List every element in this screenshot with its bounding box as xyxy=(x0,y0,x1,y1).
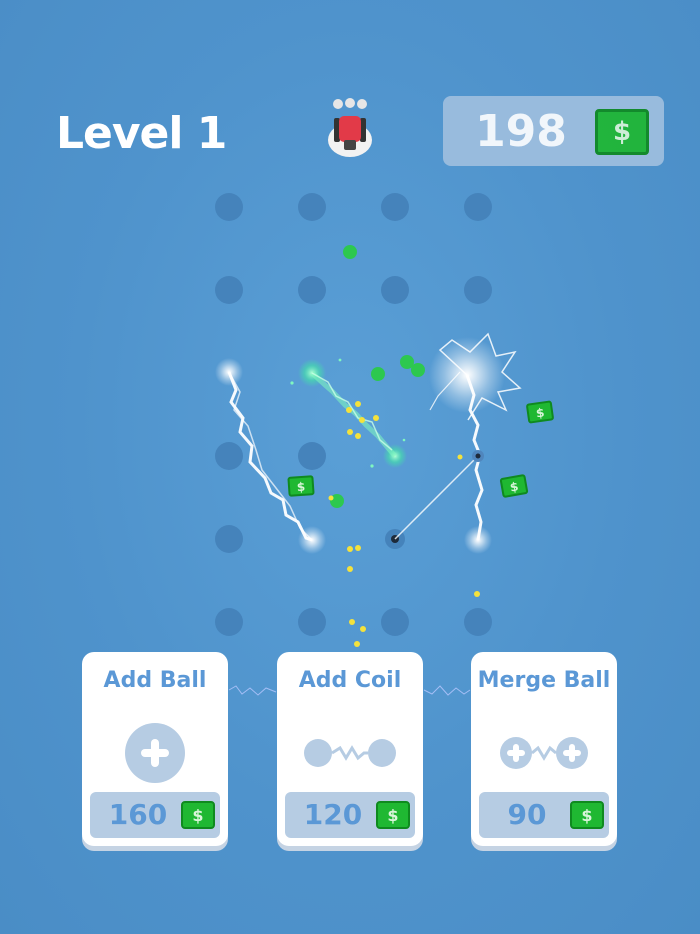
add-coil-price-value: 120 xyxy=(303,798,363,831)
white-coil-right xyxy=(429,332,522,554)
money-value: 198 xyxy=(475,106,567,157)
add-ball-price: 160 $ xyxy=(90,792,220,838)
svg-text:$: $ xyxy=(296,480,305,495)
add-coil-button[interactable]: Add Coil 120 $ xyxy=(277,652,423,846)
peg xyxy=(464,276,492,304)
peg xyxy=(298,193,326,221)
aim-line xyxy=(385,450,484,549)
add-coil-price: 120 $ xyxy=(285,792,415,838)
gold-coins xyxy=(328,401,480,647)
coil-icon xyxy=(300,720,400,786)
cash-icon: $ xyxy=(376,801,410,829)
merge-icon xyxy=(494,720,594,786)
plus-icon xyxy=(105,720,205,786)
peg xyxy=(464,193,492,221)
card-link-lightning xyxy=(228,685,277,696)
merge-ball-price: 90 $ xyxy=(479,792,609,838)
add-ball-price-value: 160 xyxy=(108,798,168,831)
peg xyxy=(298,608,326,636)
svg-text:$: $ xyxy=(509,479,520,494)
merge-ball-button[interactable]: Merge Ball 90 $ xyxy=(471,652,617,846)
peg xyxy=(381,193,409,221)
add-coil-title: Add Coil xyxy=(298,668,402,693)
peg xyxy=(381,608,409,636)
card-link-lightning xyxy=(423,685,471,696)
merge-ball-title: Merge Ball xyxy=(477,668,611,693)
cash-pickup-1: $ xyxy=(287,475,315,497)
peg xyxy=(215,525,243,553)
green-balls xyxy=(330,245,425,508)
peg xyxy=(215,276,243,304)
cash-pickup-3: $ xyxy=(499,474,529,498)
peg xyxy=(381,276,409,304)
peg xyxy=(298,276,326,304)
peg xyxy=(215,193,243,221)
cash-icon: $ xyxy=(570,801,604,829)
svg-text:$: $ xyxy=(535,405,545,420)
peg xyxy=(464,608,492,636)
peg xyxy=(298,442,326,470)
peg xyxy=(215,442,243,470)
money-panel: 198 $ xyxy=(443,96,664,166)
merge-ball-price-value: 90 xyxy=(507,798,547,831)
cash-icon: $ xyxy=(181,801,215,829)
peg xyxy=(215,608,243,636)
add-ball-title: Add Ball xyxy=(103,668,207,693)
cash-pickup-2: $ xyxy=(526,400,554,424)
cannon-icon xyxy=(326,96,374,160)
level-title: Level 1 xyxy=(56,108,227,159)
cash-icon: $ xyxy=(595,109,649,155)
add-ball-button[interactable]: Add Ball 160 $ xyxy=(82,652,228,846)
